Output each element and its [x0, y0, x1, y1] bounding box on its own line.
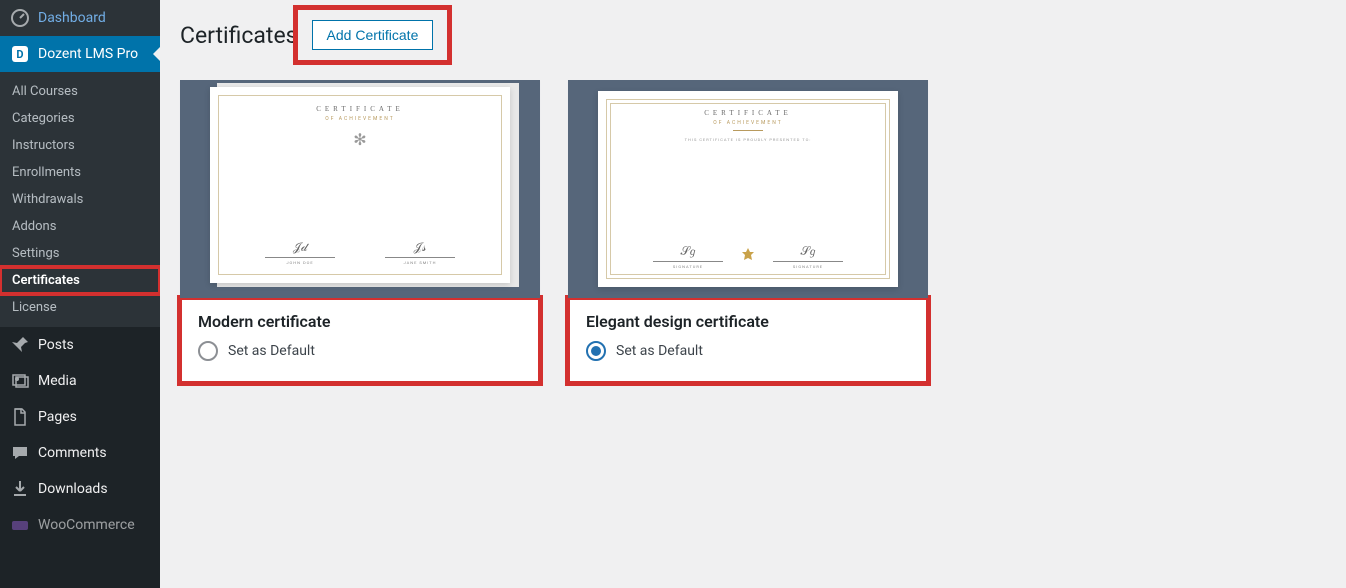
page-icon — [10, 407, 30, 427]
submenu-categories[interactable]: Categories — [0, 105, 160, 132]
sidebar-label: WooCommerce — [38, 517, 135, 533]
sidebar-item-dashboard[interactable]: Dashboard — [0, 0, 160, 36]
admin-sidebar: Dashboard D Dozent LMS Pro All Courses C… — [0, 0, 160, 588]
add-certificate-highlight: Add Certificate — [298, 10, 448, 60]
sidebar-label: Media — [38, 373, 77, 389]
sig-name: JOHN DOE — [265, 260, 335, 265]
sidebar-label: Pages — [38, 409, 77, 425]
certificate-card-modern: CERTIFICATE OF ACHIEVEMENT ✻ 𝒥𝒹 JOHN DOE… — [180, 80, 540, 383]
certificate-card-body: Modern certificate Set as Default — [180, 298, 540, 383]
submenu-addons[interactable]: Addons — [0, 213, 160, 240]
signature-icon: 𝒥𝒹 — [265, 240, 335, 255]
set-default-radio[interactable]: Set as Default — [586, 341, 910, 361]
sidebar-submenu: All Courses Categories Instructors Enrol… — [0, 72, 160, 327]
certificate-title: Modern certificate — [198, 312, 522, 331]
submenu-all-courses[interactable]: All Courses — [0, 78, 160, 105]
radio-icon — [198, 341, 218, 361]
sidebar-item-woocommerce[interactable]: WooCommerce — [0, 507, 160, 543]
set-default-label: Set as Default — [616, 343, 703, 359]
sig-name: SIGNATURE — [653, 264, 723, 269]
woo-icon — [10, 515, 30, 535]
sidebar-item-posts[interactable]: Posts — [0, 327, 160, 363]
certificate-card-elegant: CERTIFICATE OF ACHIEVEMENT THIS CERTIFIC… — [568, 80, 928, 383]
certificate-grid: CERTIFICATE OF ACHIEVEMENT ✻ 𝒥𝒹 JOHN DOE… — [180, 80, 1326, 383]
signature-icon: 𝒥𝓈 — [385, 240, 455, 255]
certificate-title: Elegant design certificate — [586, 312, 910, 331]
submenu-certificates[interactable]: Certificates — [0, 267, 160, 294]
submenu-settings[interactable]: Settings — [0, 240, 160, 267]
page-header: Certificates Add Certificate — [180, 10, 1326, 60]
sidebar-item-media[interactable]: Media — [0, 363, 160, 399]
download-icon — [10, 479, 30, 499]
add-certificate-button[interactable]: Add Certificate — [312, 20, 434, 50]
sidebar-label: Dozent LMS Pro — [38, 46, 138, 62]
sidebar-label: Downloads — [38, 481, 108, 497]
certificate-preview[interactable]: CERTIFICATE OF ACHIEVEMENT THIS CERTIFIC… — [568, 80, 928, 298]
submenu-instructors[interactable]: Instructors — [0, 132, 160, 159]
set-default-label: Set as Default — [228, 343, 315, 359]
dozent-icon: D — [10, 44, 30, 64]
sidebar-label: Dashboard — [38, 10, 106, 26]
sidebar-label: Posts — [38, 337, 74, 353]
sig-name: SIGNATURE — [773, 264, 843, 269]
sidebar-item-dozent[interactable]: D Dozent LMS Pro — [0, 36, 160, 72]
radio-icon — [586, 341, 606, 361]
submenu-license[interactable]: License — [0, 294, 160, 321]
main-content: Certificates Add Certificate CERTIFICATE… — [160, 0, 1346, 588]
page-title: Certificates — [180, 22, 298, 49]
comment-icon — [10, 443, 30, 463]
submenu-enrollments[interactable]: Enrollments — [0, 159, 160, 186]
sidebar-item-pages[interactable]: Pages — [0, 399, 160, 435]
signature-icon: 𝒮𝑔 — [773, 244, 843, 259]
pin-icon — [10, 335, 30, 355]
certificate-card-body: Elegant design certificate Set as Defaul… — [568, 298, 928, 383]
submenu-withdrawals[interactable]: Withdrawals — [0, 186, 160, 213]
media-icon — [10, 371, 30, 391]
seal-icon — [739, 247, 757, 265]
sidebar-item-downloads[interactable]: Downloads — [0, 471, 160, 507]
certificate-preview[interactable]: CERTIFICATE OF ACHIEVEMENT ✻ 𝒥𝒹 JOHN DOE… — [180, 80, 540, 298]
sig-name: JANE SMITH — [385, 260, 455, 265]
signature-icon: 𝒮𝑔 — [653, 244, 723, 259]
sidebar-item-comments[interactable]: Comments — [0, 435, 160, 471]
dashboard-icon — [10, 8, 30, 28]
svg-text:D: D — [16, 48, 23, 61]
set-default-radio[interactable]: Set as Default — [198, 341, 522, 361]
sidebar-label: Comments — [38, 445, 107, 461]
